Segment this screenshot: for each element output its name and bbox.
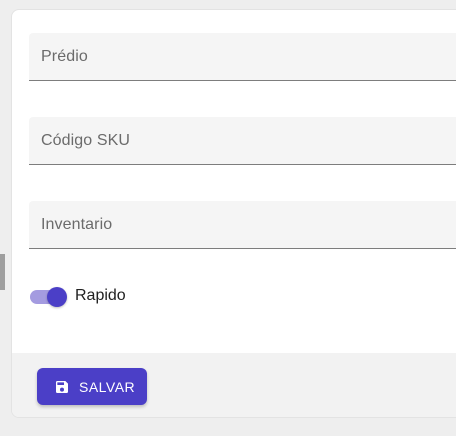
form-footer: SALVAR xyxy=(12,353,456,417)
rapido-toggle[interactable] xyxy=(29,285,67,309)
save-icon xyxy=(54,379,70,395)
toggle-thumb xyxy=(47,287,67,307)
codigo-sku-field-label: Código SKU xyxy=(41,132,131,149)
codigo-sku-field[interactable]: Código SKU xyxy=(29,117,456,165)
form-card: Prédio Código SKU Inventario Rapido SALV… xyxy=(11,9,456,418)
predio-field-label: Prédio xyxy=(41,48,88,65)
inventario-field[interactable]: Inventario xyxy=(29,201,456,249)
save-button[interactable]: SALVAR xyxy=(37,368,147,405)
inventario-field-label: Inventario xyxy=(41,216,113,233)
rapido-toggle-label: Rapido xyxy=(75,287,126,304)
scrollbar-handle[interactable] xyxy=(0,254,5,290)
save-button-label: SALVAR xyxy=(79,379,136,395)
predio-field[interactable]: Prédio xyxy=(29,33,456,81)
